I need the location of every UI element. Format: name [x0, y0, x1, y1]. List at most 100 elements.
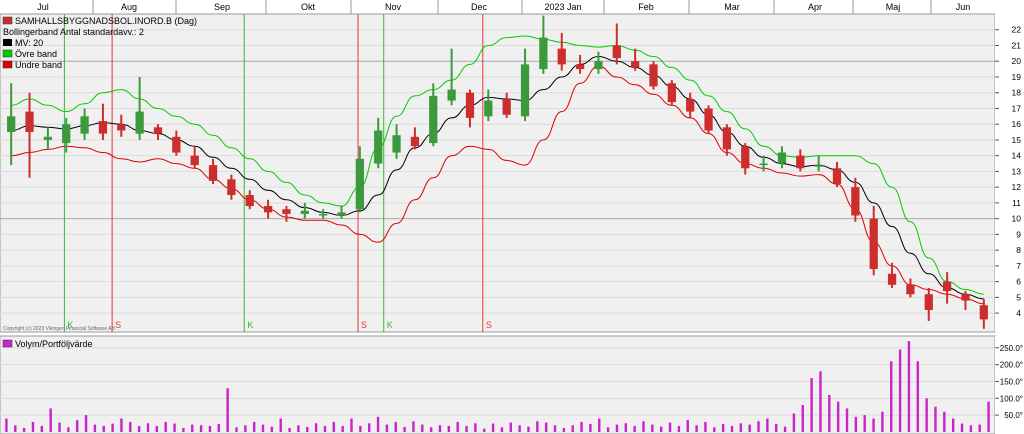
mv-legend-label: MV: 20 [15, 38, 43, 48]
price-tick-label: 18 [1012, 88, 1022, 98]
volume-tick-label: 250.0° [1000, 344, 1023, 353]
volume-bar [907, 341, 911, 432]
volume-bar [969, 425, 973, 432]
volume-bar [376, 416, 380, 432]
volume-bar [836, 401, 840, 432]
month-axis: Jul Aug Sep Okt Nov Dec 2023 Jan Feb Mar Apr Maj Ju… [0, 0, 1024, 14]
volume-bar [270, 426, 274, 432]
volume-bar [845, 408, 849, 432]
month-label: Sep [214, 2, 230, 12]
volume-bar [288, 427, 291, 432]
volume-bar [5, 418, 8, 432]
price-tick-label: 14 [1012, 151, 1022, 161]
volume-bar [544, 422, 548, 432]
month-label: Aug [121, 2, 137, 12]
volume-bar [341, 425, 344, 432]
price-bar-body [484, 100, 493, 117]
price-bar-body [814, 165, 823, 167]
volume-bar [783, 426, 787, 432]
volume-bar [854, 416, 858, 432]
volume-bar [226, 388, 229, 432]
price-bar-body [557, 48, 566, 65]
volume-bar [757, 421, 760, 432]
volume-bar [562, 427, 566, 432]
price-bar-body [851, 187, 860, 216]
volume-bar [624, 423, 627, 432]
volume-bar [137, 425, 141, 432]
price-bar-body [631, 61, 640, 68]
buy-signal-label: K [387, 320, 393, 330]
price-panel: KSKSKS [0, 13, 996, 333]
volume-bar [182, 427, 185, 432]
volume-bar [500, 427, 504, 432]
volume-bar [721, 423, 725, 432]
volume-bar [872, 418, 875, 432]
volume-bar [925, 398, 928, 432]
volume-bar [615, 424, 619, 432]
price-bar-body [961, 294, 970, 301]
volume-bar [297, 425, 300, 432]
month-label: Apr [808, 2, 822, 12]
price-tick-label: 21 [1012, 40, 1022, 50]
volume-bar [465, 425, 468, 432]
price-bar-body [429, 95, 438, 144]
price-bar-body [796, 155, 805, 169]
volume-bar [518, 425, 521, 432]
volume-bar [447, 425, 451, 432]
volume-bar [766, 418, 769, 432]
sell-signal-label: S [115, 320, 121, 330]
price-bar-body [98, 121, 108, 134]
price-bar-body [245, 195, 254, 207]
price-bar-body [208, 165, 218, 181]
price-bar-body [759, 163, 768, 166]
volume-bar [129, 421, 132, 432]
volume-bar [819, 371, 822, 432]
volume-bar [898, 349, 902, 432]
volume-bar [509, 422, 512, 432]
volume-bar [686, 419, 689, 432]
month-label: Jul [37, 2, 49, 12]
price-tick-label: 10 [1012, 214, 1022, 224]
volume-bar [474, 423, 477, 432]
month-label: Okt [301, 2, 316, 12]
price-bar-body [153, 127, 163, 134]
volume-bar [368, 423, 371, 432]
price-bar-body [594, 61, 603, 70]
volume-bar [120, 418, 123, 432]
volume-bar [314, 423, 318, 432]
price-bar-body [300, 210, 309, 214]
volume-bar [748, 424, 751, 432]
price-tick-label: 4 [1016, 308, 1021, 318]
volume-bar [677, 425, 681, 432]
price-bar-body [741, 146, 750, 169]
price-tick-label: 15 [1012, 135, 1022, 145]
volume-bar [960, 423, 964, 432]
price-bar-body [502, 99, 511, 115]
volume-bar [491, 423, 495, 432]
upper-band-legend-swatch [2, 49, 13, 58]
price-tick-label: 7 [1016, 261, 1021, 271]
volume-bar [642, 421, 645, 432]
price-bar-body [410, 136, 420, 147]
volume-bar [279, 418, 282, 432]
volume-bar [403, 426, 406, 432]
price-bar-body [355, 158, 364, 210]
month-label: Mar [724, 2, 740, 12]
volume-bar [589, 423, 592, 432]
price-bar-body [979, 305, 988, 320]
volume-bar [606, 427, 610, 432]
month-label: Nov [385, 2, 402, 12]
volume-bar [84, 415, 88, 432]
volume-bar [810, 378, 813, 432]
volume-bar [111, 423, 114, 432]
volume-tick-label: 50.0° [1004, 411, 1023, 420]
price-bar-body [465, 92, 475, 118]
volume-bar [93, 424, 97, 432]
chart-title: SAMHALLSBYGGNADSBOL.INORD.B (Dag) [15, 16, 197, 26]
mv-legend-swatch [3, 39, 12, 46]
volume-bar [252, 421, 256, 432]
volume-bar [22, 427, 26, 432]
price-bar-body [43, 136, 53, 140]
price-legend-swatch [2, 16, 13, 25]
volume-bar [828, 394, 831, 432]
